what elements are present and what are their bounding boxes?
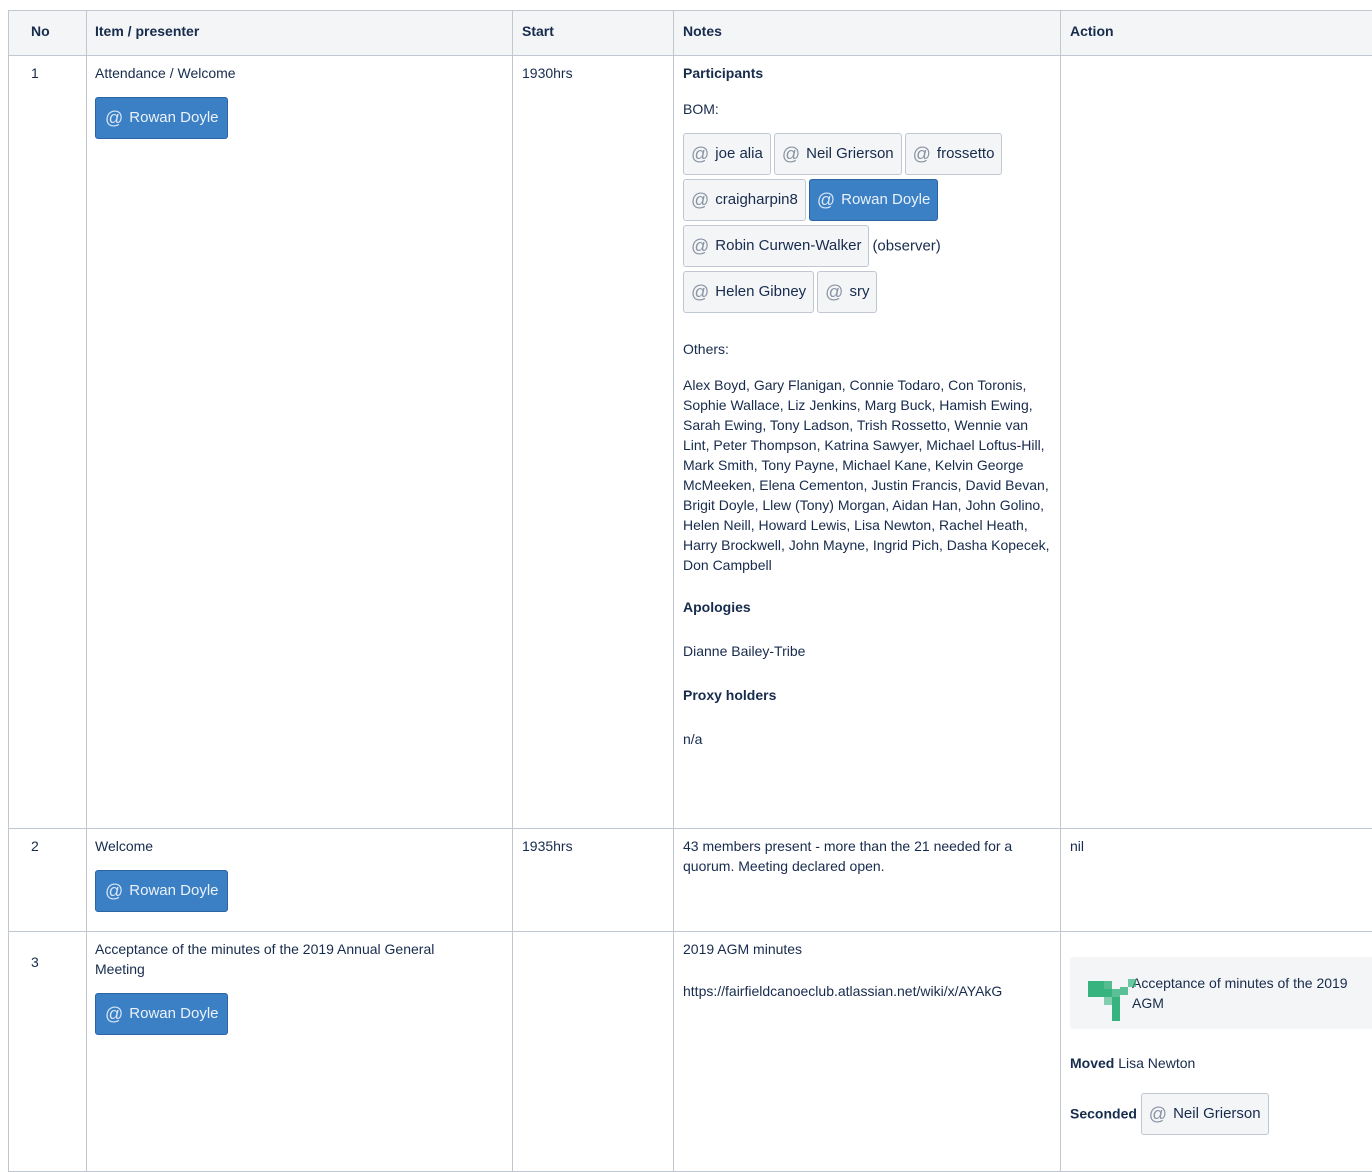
row-number: 3 [9,932,87,1172]
item-cell: Attendance / Welcome @Rowan Doyle [87,56,513,829]
decision-text: Acceptance of minutes of the 2019 AGM [1132,973,1369,1013]
table-row: 1 Attendance / Welcome @Rowan Doyle 1930… [9,56,1372,829]
header-no: No [9,11,87,56]
apologies-value: Dianne Bailey-Tribe [683,641,1051,661]
at-icon: @ [1149,1104,1167,1124]
table-row: 2 Welcome @Rowan Doyle 1935hrs 43 member… [9,829,1372,932]
minutes-link[interactable]: https://fairfieldcanoeclub.atlassian.net… [683,981,1033,1001]
notes-cell: Participants BOM: @joe alia@Neil Grierso… [674,56,1061,829]
header-item: Item / presenter [87,11,513,56]
notes-cell: 2019 AGM minutes https://fairfieldcanoec… [674,932,1061,1172]
item-title: Welcome [95,836,503,856]
at-icon: @ [817,190,835,210]
mention-craigharpin8[interactable]: @craigharpin8 [683,179,806,221]
start-cell [513,932,674,1172]
decision-arrow-icon [1088,979,1136,1027]
proxy-value: n/a [683,729,1051,749]
observer-note: (observer) [872,238,940,255]
mention-row: @Helen Gibney@sry [683,271,1051,315]
item-cell: Welcome @Rowan Doyle [87,829,513,932]
presenter-mention[interactable]: @Rowan Doyle [95,993,228,1035]
others-label: Others: [683,339,1051,359]
table-header-row: No Item / presenter Start Notes Action [9,11,1372,56]
at-icon: @ [691,282,709,302]
action-cell: Acceptance of minutes of the 2019 AGM Mo… [1061,932,1372,1172]
mention-neil-grierson[interactable]: @Neil Grierson [774,133,902,175]
moved-label: Moved [1070,1055,1114,1071]
mention-helen-gibney[interactable]: @Helen Gibney [683,271,814,313]
bom-label: BOM: [683,99,1051,119]
notes-cell: 43 members present - more than the 21 ne… [674,829,1061,932]
header-notes: Notes [674,11,1061,56]
item-title: Attendance / Welcome [95,63,503,83]
at-icon: @ [691,144,709,164]
item-cell: Acceptance of the minutes of the 2019 An… [87,932,513,1172]
moved-by: Lisa Newton [1118,1055,1195,1071]
mention-neil-grierson[interactable]: @Neil Grierson [1141,1093,1269,1135]
at-icon: @ [105,108,123,128]
seconded-label: Seconded [1070,1106,1137,1122]
mention-frossetto[interactable]: @frossetto [905,133,1003,175]
header-start: Start [513,11,674,56]
at-icon: @ [105,1004,123,1024]
at-icon: @ [691,236,709,256]
mention-row: @craigharpin8@Rowan Doyle [683,179,1051,223]
row-number: 2 [9,829,87,932]
at-icon: @ [782,144,800,164]
at-icon: @ [913,144,931,164]
participants-heading: Participants [683,63,1051,83]
seconded-line: Seconded @Neil Grierson [1070,1093,1372,1137]
item-title: Acceptance of the minutes of the 2019 An… [95,939,455,979]
presenter-mention[interactable]: @Rowan Doyle [95,97,228,139]
at-icon: @ [105,881,123,901]
mention-row: @Robin Curwen-Walker(observer) [683,225,1051,269]
at-icon: @ [825,282,843,302]
mention-rowan-doyle[interactable]: @Rowan Doyle [809,179,939,221]
presenter-mention[interactable]: @Rowan Doyle [95,870,228,912]
start-cell: 1935hrs [513,829,674,932]
agenda-table: No Item / presenter Start Notes Action 1… [8,10,1372,1172]
mention-sry[interactable]: @sry [817,271,877,313]
header-action: Action [1061,11,1372,56]
action-cell: nil [1061,829,1372,932]
others-list: Alex Boyd, Gary Flanigan, Connie Todaro,… [683,375,1051,575]
notes-title: 2019 AGM minutes [683,939,1051,959]
apologies-heading: Apologies [683,597,1051,617]
decision-item: Acceptance of minutes of the 2019 AGM [1070,957,1372,1029]
proxy-heading: Proxy holders [683,685,1051,705]
mention-joe-alia[interactable]: @joe alia [683,133,771,175]
mention-robin-curwen-walker[interactable]: @Robin Curwen-Walker [683,225,869,267]
at-icon: @ [691,190,709,210]
row-number: 1 [9,56,87,829]
start-cell: 1930hrs [513,56,674,829]
action-cell [1061,56,1372,829]
moved-line: Moved Lisa Newton [1070,1053,1372,1073]
table-row: 3 Acceptance of the minutes of the 2019 … [9,932,1372,1172]
mention-row: @joe alia@Neil Grierson@frossetto [683,133,1051,177]
